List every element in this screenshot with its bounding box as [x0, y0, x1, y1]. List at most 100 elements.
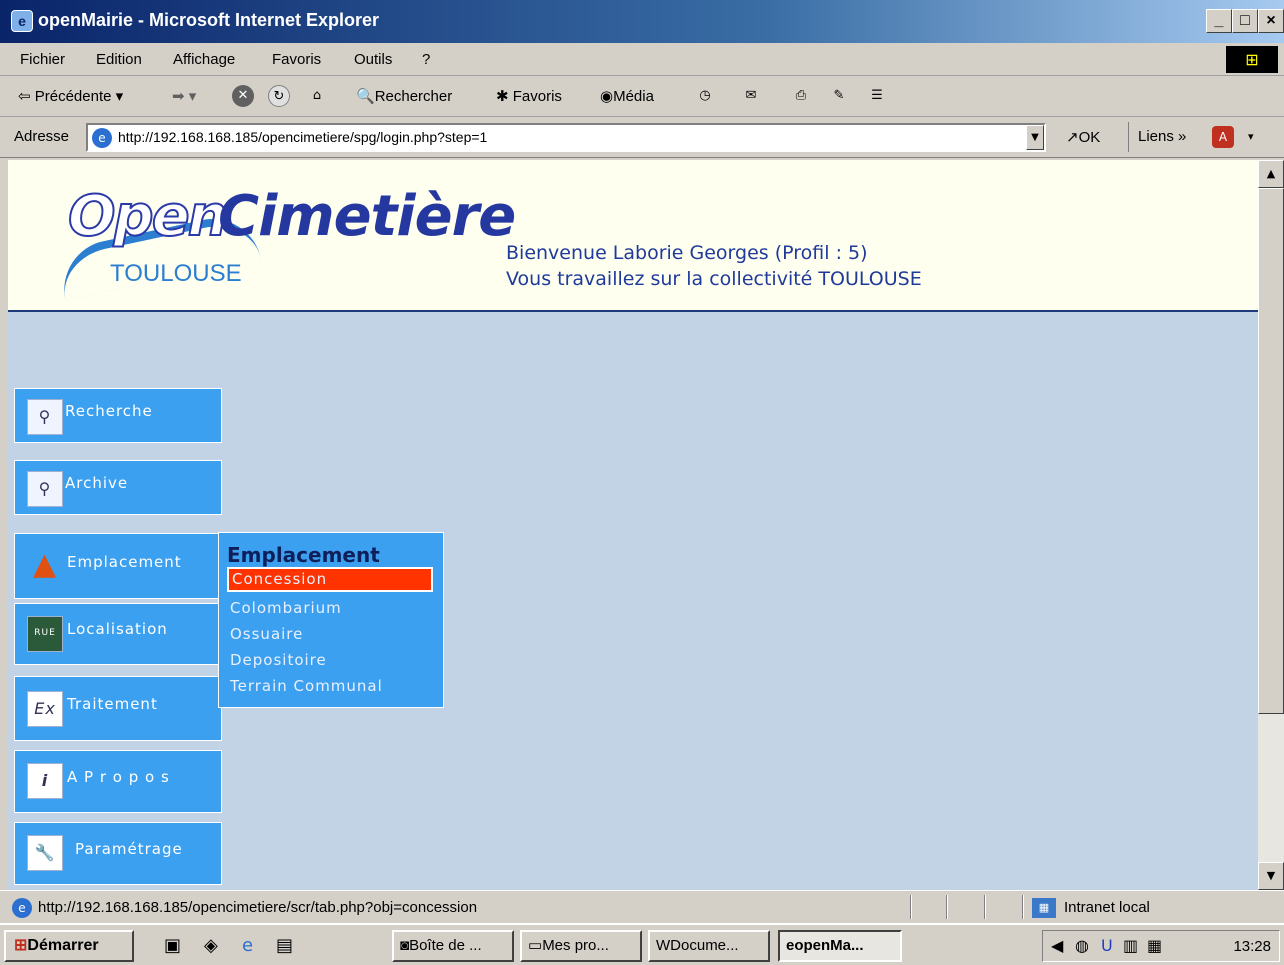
- menu-favoris[interactable]: Favoris: [272, 51, 321, 68]
- status-bar: e http://192.168.168.185/opencimetiere/s…: [0, 890, 1284, 922]
- favorites-icon: ✱: [496, 88, 509, 105]
- history-icon[interactable]: ◷: [694, 85, 716, 107]
- favorites-button[interactable]: ✱ Favoris: [496, 87, 562, 105]
- menu-outils[interactable]: Outils: [354, 51, 392, 68]
- info-icon: i: [27, 763, 63, 799]
- go-button[interactable]: ↗OK: [1066, 128, 1100, 146]
- favorites-label: Favoris: [512, 88, 562, 105]
- search-label: Rechercher: [374, 88, 453, 105]
- submenu-item-colombarium[interactable]: Colombarium: [227, 596, 433, 621]
- tray-keyboard-icon[interactable]: ▦: [1147, 936, 1162, 955]
- welcome-message: Bienvenue Laborie Georges (Profil : 5) V…: [506, 240, 922, 292]
- folder-icon: ▭: [528, 937, 543, 954]
- nav-emplacement[interactable]: ▲ Emplacement: [14, 533, 222, 599]
- submenu-item-ossuaire[interactable]: Ossuaire: [227, 622, 433, 647]
- ex-icon: Ex: [27, 691, 63, 727]
- task-label: Docume...: [670, 937, 739, 954]
- nav-parametrage-label: Paramétrage: [75, 840, 183, 858]
- nav-traitement-label: Traitement: [67, 695, 158, 713]
- edit-icon[interactable]: ✎: [828, 85, 850, 107]
- task-mes-programmes[interactable]: ▭Mes pro...: [520, 930, 642, 962]
- chevron-down-icon[interactable]: ▾: [1248, 130, 1254, 143]
- home-icon[interactable]: ⌂: [306, 85, 328, 107]
- nav-apropos-label: A P r o p o s: [67, 768, 170, 786]
- outlook-icon: ◙: [400, 937, 410, 954]
- start-button[interactable]: ⊞Démarrer: [4, 930, 134, 962]
- minimize-button[interactable]: _: [1206, 9, 1232, 33]
- forward-button[interactable]: ➡ ▾: [172, 87, 196, 105]
- task-label: Mes pro...: [542, 937, 609, 954]
- print-icon[interactable]: ⎙: [790, 85, 812, 107]
- address-dropdown[interactable]: ▼: [1026, 125, 1044, 150]
- submenu-item-depositoire[interactable]: Depositoire: [227, 648, 433, 673]
- search-button[interactable]: 🔍Rechercher: [356, 87, 452, 105]
- vertical-scrollbar[interactable]: ▲ ▼: [1258, 160, 1284, 890]
- discuss-icon[interactable]: ☰: [866, 85, 888, 107]
- ie-logo-icon: e: [11, 10, 33, 32]
- logo-city: TOULOUSE: [110, 260, 242, 287]
- nav-localisation-label: Localisation: [67, 620, 168, 638]
- quicklaunch-app-icon[interactable]: ▤: [276, 935, 293, 956]
- clock: 13:28: [1233, 938, 1271, 955]
- acrobat-icon[interactable]: A: [1212, 126, 1234, 148]
- emplacement-submenu: Emplacement Concession Colombarium Ossua…: [218, 532, 444, 708]
- quicklaunch-desktop-icon[interactable]: ▣: [164, 935, 181, 956]
- app-header: Open Cimetière TOULOUSE Bienvenue Labori…: [8, 160, 1258, 312]
- title-bar: e openMairie - Microsoft Internet Explor…: [0, 0, 1284, 43]
- scroll-thumb[interactable]: [1258, 188, 1284, 714]
- address-input[interactable]: e http://192.168.168.185/opencimetiere/s…: [86, 123, 1046, 152]
- wrench-icon: 🔧: [27, 835, 63, 871]
- nav-emplacement-label: Emplacement: [67, 553, 182, 571]
- links-button[interactable]: Liens »: [1138, 128, 1186, 145]
- menu-affichage[interactable]: Affichage: [173, 51, 235, 68]
- nav-recherche-label: Recherche: [65, 402, 153, 420]
- task-label: Boîte de ...: [409, 937, 482, 954]
- menu-edition[interactable]: Edition: [96, 51, 142, 68]
- logo-open: Open: [67, 183, 229, 250]
- links-label: Liens: [1138, 128, 1174, 145]
- task-label: openMa...: [794, 937, 864, 954]
- nav-apropos[interactable]: i A P r o p o s: [14, 750, 222, 813]
- close-button[interactable]: ×: [1258, 9, 1284, 33]
- tray-app-icon[interactable]: ▥: [1123, 936, 1138, 955]
- scroll-down-button[interactable]: ▼: [1258, 862, 1284, 890]
- media-icon: ◉: [600, 88, 614, 105]
- quicklaunch-ie-icon[interactable]: e: [242, 935, 253, 956]
- menu-bar: Fichier Edition Affichage Favoris Outils…: [0, 43, 1284, 76]
- magnifier-icon: ⚲: [27, 399, 63, 435]
- back-label: Précédente: [34, 88, 112, 105]
- antivirus-icon[interactable]: U: [1101, 936, 1113, 955]
- status-url: http://192.168.168.185/opencimetiere/scr…: [38, 899, 478, 916]
- page-icon: e: [92, 128, 112, 148]
- menu-help[interactable]: ?: [422, 51, 430, 68]
- menu-fichier[interactable]: Fichier: [20, 51, 65, 68]
- nav-archive[interactable]: ⚲ Archive: [14, 460, 222, 515]
- submenu-item-concession[interactable]: Concession: [227, 567, 433, 592]
- nav-localisation[interactable]: RUE Localisation: [14, 603, 222, 665]
- nav-parametrage[interactable]: 🔧 Paramétrage: [14, 822, 222, 885]
- mail-icon[interactable]: ✉: [740, 85, 762, 107]
- task-openmairie[interactable]: eopenMa...: [778, 930, 902, 962]
- quicklaunch-outlook-icon[interactable]: ◈: [204, 935, 218, 956]
- media-button[interactable]: ◉Média: [600, 87, 654, 105]
- task-document-word[interactable]: WDocume...: [648, 930, 770, 962]
- refresh-icon[interactable]: ↻: [268, 85, 290, 107]
- nav-archive-label: Archive: [65, 474, 129, 492]
- submenu-title: Emplacement: [227, 543, 380, 567]
- word-icon: W: [656, 937, 671, 954]
- task-boite-de-reception[interactable]: ◙Boîte de ...: [392, 930, 514, 962]
- nav-recherche[interactable]: ⚲ Recherche: [14, 388, 222, 443]
- media-label: Média: [613, 88, 654, 105]
- stop-icon[interactable]: ✕: [232, 85, 254, 107]
- volume-icon[interactable]: ◀: [1051, 936, 1063, 955]
- network-icon[interactable]: ◍: [1075, 936, 1089, 955]
- submenu-item-terrain-communal[interactable]: Terrain Communal: [227, 674, 433, 699]
- windows-flag-icon: ⊞: [14, 937, 28, 954]
- welcome-collectivite: Vous travaillez sur la collectivité TOUL…: [506, 268, 922, 290]
- start-label: Démarrer: [27, 937, 99, 954]
- nav-traitement[interactable]: Ex Traitement: [14, 676, 222, 741]
- scroll-up-button[interactable]: ▲: [1258, 160, 1284, 188]
- back-button[interactable]: ⇦ Précédente ▾: [18, 87, 123, 105]
- maximize-button[interactable]: □: [1232, 9, 1258, 33]
- window-title: openMairie - Microsoft Internet Explorer: [38, 10, 380, 30]
